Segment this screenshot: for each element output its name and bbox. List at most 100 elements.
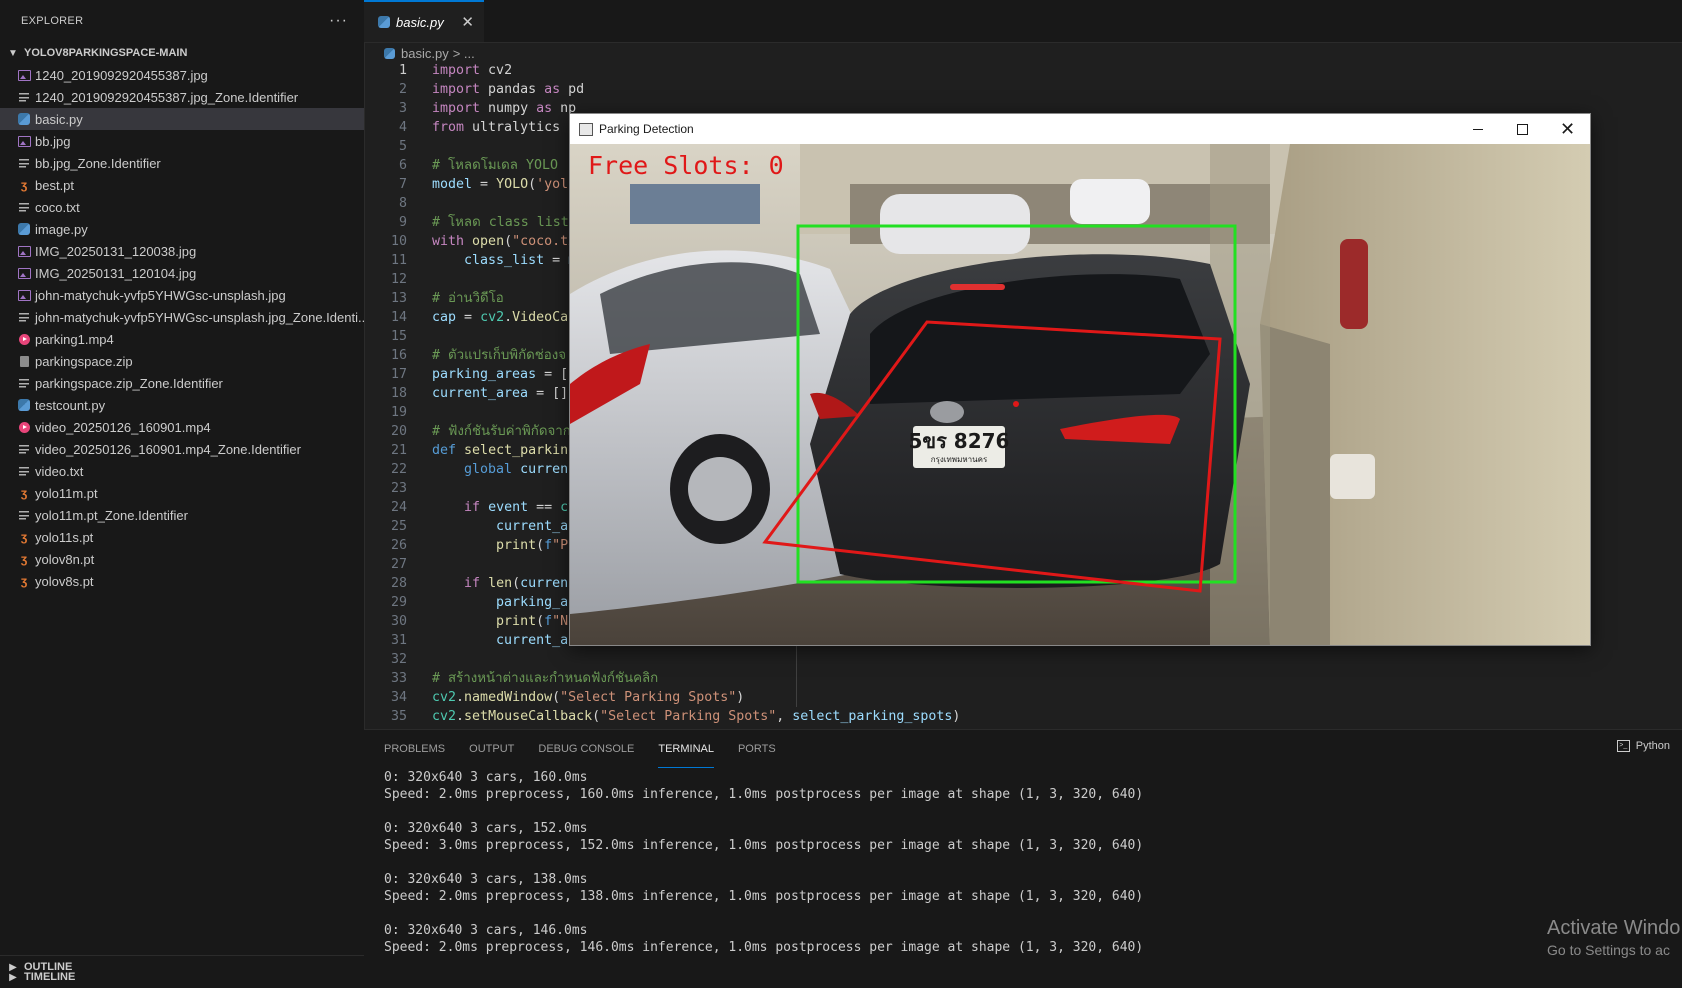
file-name: yolov8s.pt xyxy=(35,573,94,589)
file-item[interactable]: yolo11m.pt_Zone.Identifier xyxy=(0,504,364,526)
code-token: ( xyxy=(504,234,513,249)
line-source: # สร้างหน้าต่างและกำหนดฟังก์ชันคลิก xyxy=(432,669,658,688)
code-token: current xyxy=(520,576,577,591)
car-center-point xyxy=(1013,401,1019,407)
file-item[interactable]: john-matychuk-yvfp5YHWGsc-unsplash.jpg xyxy=(0,284,364,306)
code-line[interactable]: 34 cv2.namedWindow("Select Parking Spots"… xyxy=(364,688,1682,707)
editor-tab-bar: basic.py ✕ xyxy=(364,0,1682,43)
file-name: yolov8n.pt xyxy=(35,551,95,567)
terminal-output[interactable]: 0: 320x640 3 cars, 160.0ms Speed: 2.0ms p… xyxy=(384,769,1143,956)
code-line[interactable]: 2 import pandas as pd xyxy=(364,80,1682,99)
bucket xyxy=(1330,454,1375,499)
file-item[interactable]: basic.py xyxy=(0,108,364,130)
file-item[interactable]: video.txt xyxy=(0,460,364,482)
file-name: parking1.mp4 xyxy=(35,331,114,347)
code-line[interactable]: 33 # สร้างหน้าต่างและกำหนดฟังก์ชันคลิก xyxy=(364,669,1682,688)
code-token: cv2 xyxy=(432,690,457,705)
file-item[interactable]: ʒ best.pt xyxy=(0,174,364,196)
file-item[interactable]: ʒ yolov8n.pt xyxy=(0,548,364,570)
code-token: len xyxy=(488,576,513,591)
camera-frame[interactable]: 5ขร 8276 กรุงเทพมหานคร Free Slots: 0 xyxy=(570,144,1590,645)
panel-tab[interactable]: OUTPUT xyxy=(469,730,514,768)
file-item[interactable]: coco.txt xyxy=(0,196,364,218)
minimize-button[interactable] xyxy=(1455,114,1500,144)
file-name: testcount.py xyxy=(35,397,106,413)
file-item[interactable]: ʒ yolo11m.pt xyxy=(0,482,364,504)
file-name: basic.py xyxy=(35,111,83,127)
code-token: current_ar xyxy=(496,633,577,648)
code-token: cap xyxy=(432,310,457,325)
panel-tab[interactable]: PROBLEMS xyxy=(384,730,445,768)
panel-tabs: PROBLEMS OUTPUT DEBUG CONSOLE TERMINAL PORTS xyxy=(364,730,1682,768)
file-item[interactable]: parking1.mp4 xyxy=(0,328,364,350)
line-source: from ultralytics i xyxy=(432,118,576,137)
line-number: 33 xyxy=(390,671,407,686)
file-item[interactable]: 1240_2019092920455387.jpg_Zone.Identifie… xyxy=(0,86,364,108)
code-line[interactable]: 35 cv2.setMouseCallback("Select Parking S… xyxy=(364,707,1682,726)
code-line[interactable]: 1 import cv2 xyxy=(364,61,1682,80)
file-item[interactable]: IMG_20250131_120038.jpg xyxy=(0,240,364,262)
tab-basic-py[interactable]: basic.py ✕ xyxy=(364,0,484,42)
panel-tab[interactable]: TERMINAL xyxy=(658,730,714,768)
code-token: parking_areas xyxy=(432,367,537,382)
file-item[interactable]: image.py xyxy=(0,218,364,240)
code-token: f xyxy=(544,538,553,553)
text-file-icon xyxy=(17,200,31,214)
file-item[interactable]: john-matychuk-yvfp5YHWGsc-unsplash.jpg_Z… xyxy=(0,306,364,328)
code-token: namedWindow xyxy=(464,690,553,705)
line-source: import numpy as np xyxy=(432,99,576,118)
line-number: 10 xyxy=(390,234,407,249)
file-name: IMG_20250131_120104.jpg xyxy=(35,265,197,281)
terminal-shell-indicator[interactable]: >_ Python xyxy=(1616,740,1670,752)
line-source: print(f"Ne xyxy=(432,612,576,631)
file-item[interactable]: video_20250126_160901.mp4 xyxy=(0,416,364,438)
code-token: model xyxy=(432,177,473,192)
project-folder[interactable]: ▼ YOLOV8PARKINGSPACE-MAIN xyxy=(0,42,364,64)
chevron-right-icon: ▶ xyxy=(9,971,17,983)
file-item[interactable]: ʒ yolo11s.pt xyxy=(0,526,364,548)
code-token: # ฟังก์ชันรับค่าพิกัดจาก xyxy=(432,424,571,439)
code-token: "Select Parking Spots" xyxy=(560,690,737,705)
breadcrumb-file[interactable]: basic.py xyxy=(401,46,449,61)
text-file-icon xyxy=(17,464,31,478)
text-file-icon xyxy=(17,310,31,324)
code-token: == xyxy=(528,500,561,515)
terminal-line: 0: 320x640 3 cars, 152.0ms xyxy=(384,821,588,836)
code-token: current_ar xyxy=(496,519,577,534)
code-token: print xyxy=(496,614,537,629)
file-item[interactable]: ʒ yolov8s.pt xyxy=(0,570,364,592)
terminal-shell-label: Python xyxy=(1635,740,1670,752)
line-source: # โหลด class list xyxy=(432,213,569,232)
code-line[interactable]: 32 xyxy=(364,650,1682,669)
file-item[interactable]: 1240_2019092920455387.jpg xyxy=(0,64,364,86)
code-token: ( xyxy=(536,614,545,629)
window-title-bar[interactable]: Parking Detection ✕ xyxy=(570,114,1590,144)
line-source: parking_areas = [] xyxy=(432,365,576,384)
breadcrumb-rest[interactable]: > ... xyxy=(453,46,475,61)
file-item[interactable]: testcount.py xyxy=(0,394,364,416)
file-name: yolo11m.pt xyxy=(35,485,98,501)
more-actions-icon[interactable]: ··· xyxy=(329,12,348,30)
terminal-line: 0: 320x640 3 cars, 160.0ms xyxy=(384,770,588,785)
file-item[interactable]: IMG_20250131_120104.jpg xyxy=(0,262,364,284)
file-item[interactable]: bb.jpg xyxy=(0,130,364,152)
file-item[interactable]: parkingspace.zip_Zone.Identifier xyxy=(0,372,364,394)
close-window-button[interactable]: ✕ xyxy=(1545,114,1590,144)
file-item[interactable]: bb.jpg_Zone.Identifier xyxy=(0,152,364,174)
parking-detection-window[interactable]: Parking Detection ✕ 5ขร 8276 กรุงเทพมหาน… xyxy=(569,113,1591,646)
code-token: select_parking_spots xyxy=(792,709,953,724)
code-token: # โหลดโมเดล YOLO xyxy=(432,158,558,173)
panel-tab[interactable]: DEBUG CONSOLE xyxy=(538,730,634,768)
panel-tab[interactable]: PORTS xyxy=(738,730,776,768)
timeline-section[interactable]: ▶ TIMELINE xyxy=(0,966,370,988)
close-icon[interactable]: ✕ xyxy=(461,13,474,31)
file-item[interactable]: video_20250126_160901.mp4_Zone.Identifie… xyxy=(0,438,364,460)
maximize-button[interactable] xyxy=(1500,114,1545,144)
code-token: as xyxy=(536,101,553,116)
line-number: 28 xyxy=(390,576,407,591)
code-token: class_list xyxy=(464,253,545,268)
file-item[interactable]: parkingspace.zip xyxy=(0,350,364,372)
